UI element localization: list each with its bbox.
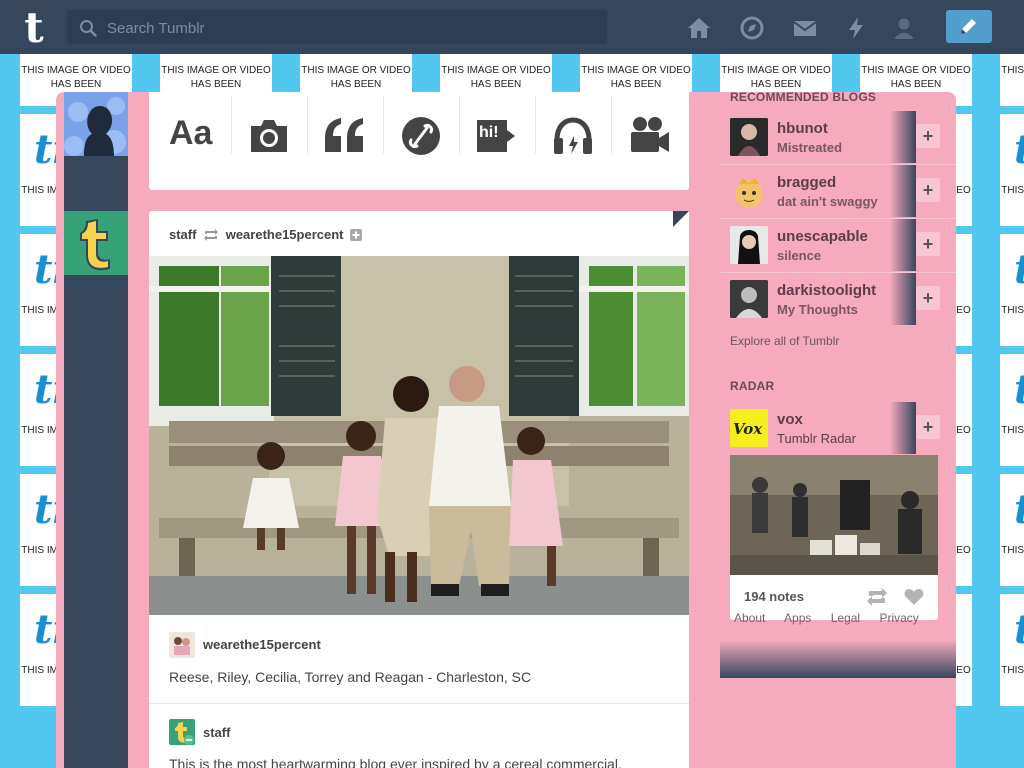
- post-composer: Aa hi!: [149, 92, 689, 190]
- right-sidebar: RECOMMENDED BLOGS hbunot Mistreated + br…: [720, 92, 956, 768]
- blog-avatar[interactable]: [730, 118, 768, 156]
- reblogged-from-link[interactable]: wearethe15percent: [226, 227, 344, 242]
- vox-logo[interactable]: Vox: [730, 409, 768, 447]
- dashboard: Aa hi! staff wearethe15percent wearethe1…: [56, 92, 956, 768]
- footer-link-legal[interactable]: Legal: [831, 611, 860, 625]
- reblog-body-text: This is the most heartwarming blog ever …: [169, 756, 622, 768]
- background-tile: ticTHIS IMAGE OR VIDEO: [1000, 474, 1024, 586]
- account-icon[interactable]: [891, 15, 917, 41]
- quote-post-button[interactable]: [307, 96, 373, 174]
- recommended-blogs-heading: RECOMMENDED BLOGS: [730, 92, 877, 104]
- reblog-icon[interactable]: [866, 588, 888, 606]
- blog-title: Mistreated: [777, 140, 843, 155]
- radar-post-card[interactable]: 194 notes: [730, 455, 938, 620]
- blog-name[interactable]: darkistoolight: [777, 282, 876, 299]
- post-caption: Reese, Riley, Cecilia, Torrey and Reagan…: [169, 669, 532, 685]
- radar-photo-image: [730, 455, 938, 575]
- audio-post-button[interactable]: [535, 96, 601, 174]
- left-avatar-rail: [64, 92, 128, 768]
- compose-post-button[interactable]: [946, 10, 992, 43]
- reblog-icon: [204, 228, 219, 241]
- blog-name[interactable]: unescapable: [777, 228, 868, 245]
- blog-avatar[interactable]: [730, 172, 768, 210]
- background-tile: THIS IMAGE OR VIDEOHAS BEENMOVED: [1000, 54, 1024, 106]
- recommended-blog-item[interactable]: bragged dat ain't swaggy +: [720, 164, 956, 218]
- post-author-link[interactable]: staff: [169, 227, 196, 242]
- recommended-blog-item[interactable]: darkistoolight My Thoughts +: [720, 272, 956, 326]
- footer-links: About Apps Legal Privacy: [734, 611, 935, 625]
- staff-small-avatar[interactable]: [169, 719, 195, 745]
- blog-name[interactable]: bragged: [777, 174, 836, 191]
- text-post-button[interactable]: Aa: [161, 114, 221, 174]
- post-corner-fold[interactable]: [673, 211, 689, 227]
- source-blog-avatar[interactable]: [169, 632, 195, 658]
- reblog-author: staff: [169, 719, 230, 750]
- family-photo-image: [149, 256, 689, 615]
- sidebar-bottom-bar: [720, 640, 956, 678]
- follow-radar-button[interactable]: +: [916, 415, 940, 439]
- footer-link-about[interactable]: About: [734, 611, 765, 625]
- quote-icon: [325, 118, 363, 152]
- blog-name[interactable]: hbunot: [777, 120, 828, 137]
- radar-blog-item[interactable]: Vox vox Tumblr Radar +: [720, 401, 956, 455]
- video-camera-icon: [631, 117, 669, 152]
- user-avatar[interactable]: [64, 92, 128, 156]
- tumblr-logo[interactable]: t: [14, 6, 54, 50]
- source-blog-name[interactable]: wearethe15percent: [203, 637, 321, 652]
- radar-notes-count[interactable]: 194 notes: [744, 589, 804, 604]
- photo-post-button[interactable]: [231, 96, 297, 174]
- radar-blog-name[interactable]: vox: [777, 411, 803, 428]
- post-divider: [149, 703, 689, 704]
- background-tile: ticTHIS IMAGE OR VIDEO: [1000, 354, 1024, 466]
- search-input[interactable]: [105, 10, 599, 46]
- staff-avatar[interactable]: [64, 211, 128, 275]
- top-navigation-bar: t: [0, 0, 1024, 54]
- activity-icon[interactable]: [843, 15, 869, 41]
- post-source: wearethe15percent: [169, 632, 321, 663]
- blog-avatar[interactable]: [730, 280, 768, 318]
- blog-title: dat ain't swaggy: [777, 194, 878, 209]
- radar-heading: RADAR: [730, 379, 775, 393]
- search-box[interactable]: [67, 10, 607, 46]
- chat-post-button[interactable]: hi!: [459, 96, 525, 174]
- blog-avatar[interactable]: [730, 226, 768, 264]
- blog-title: My Thoughts: [777, 302, 858, 317]
- recommended-blog-item[interactable]: unescapable silence +: [720, 218, 956, 272]
- reblog-author-name[interactable]: staff: [203, 725, 230, 740]
- post-header: staff wearethe15percent: [169, 226, 363, 242]
- explore-all-link[interactable]: Explore all of Tumblr: [730, 334, 839, 348]
- pencil-icon: [961, 19, 976, 34]
- headphones-icon: [554, 117, 592, 154]
- explore-icon[interactable]: [739, 15, 765, 41]
- camera-icon: [251, 120, 287, 152]
- chat-icon-label: hi!: [479, 124, 499, 141]
- blog-title: silence: [777, 248, 822, 263]
- follow-blog-button[interactable]: +: [916, 232, 940, 256]
- background-tile: ticTHIS IMAGE OR VIDEO: [1000, 114, 1024, 226]
- footer-link-apps[interactable]: Apps: [784, 611, 811, 625]
- inbox-icon[interactable]: [792, 15, 818, 41]
- text-post-icon: Aa: [169, 114, 213, 152]
- follow-blog-button[interactable]: +: [916, 286, 940, 310]
- like-heart-icon[interactable]: [904, 588, 924, 606]
- post-card: staff wearethe15percent wearethe15percen…: [149, 211, 689, 768]
- background-tile: ticTHIS IMAGE OR VIDEO: [1000, 234, 1024, 346]
- link-post-button[interactable]: [383, 96, 449, 174]
- follow-plus-icon[interactable]: [350, 228, 363, 241]
- staff-logo-icon: [64, 211, 128, 275]
- recommended-blog-item[interactable]: hbunot Mistreated +: [720, 110, 956, 164]
- video-post-button[interactable]: [611, 96, 677, 174]
- post-photo[interactable]: [149, 256, 689, 615]
- home-icon[interactable]: [686, 15, 712, 41]
- footer-link-privacy[interactable]: Privacy: [879, 611, 918, 625]
- background-tile: ticTHIS IMAGE OR VIDEO: [1000, 594, 1024, 706]
- radar-subtitle: Tumblr Radar: [777, 431, 856, 446]
- link-icon: [402, 117, 440, 155]
- search-icon: [80, 20, 97, 37]
- follow-blog-button[interactable]: +: [916, 124, 940, 148]
- default-avatar-silhouette-icon: [64, 92, 128, 156]
- follow-blog-button[interactable]: +: [916, 178, 940, 202]
